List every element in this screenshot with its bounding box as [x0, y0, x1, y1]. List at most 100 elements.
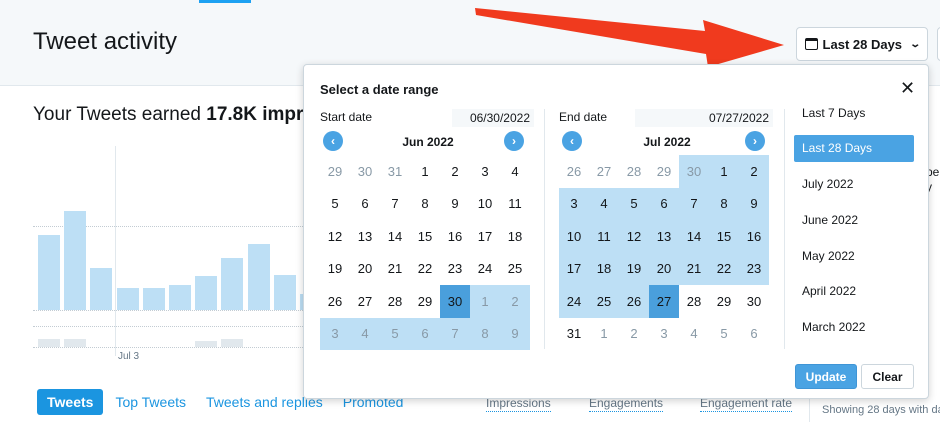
clear-button[interactable]: Clear: [861, 364, 914, 389]
calendar-day[interactable]: 13: [649, 220, 679, 253]
calendar-day[interactable]: 15: [410, 220, 440, 253]
engagement-bar[interactable]: [64, 339, 87, 347]
calendar-day[interactable]: 3: [320, 317, 350, 350]
calendar-day[interactable]: 22: [709, 252, 739, 285]
calendar-day[interactable]: 5: [380, 317, 410, 350]
close-icon[interactable]: ✕: [900, 79, 915, 97]
impressions-bar[interactable]: [90, 268, 113, 310]
engagement-bar[interactable]: [195, 340, 218, 347]
impressions-bar[interactable]: [221, 258, 244, 310]
calendar-day[interactable]: 2: [500, 285, 530, 318]
calendar-day[interactable]: 6: [350, 188, 380, 221]
calendar-day[interactable]: 19: [320, 253, 350, 286]
impressions-bar[interactable]: [195, 276, 218, 310]
impressions-bar[interactable]: [247, 243, 270, 310]
calendar-day[interactable]: 11: [589, 220, 619, 253]
preset-item[interactable]: May 2022: [794, 242, 914, 269]
calendar-day[interactable]: 14: [380, 220, 410, 253]
calendar-day[interactable]: 5: [619, 187, 649, 220]
calendar-day[interactable]: 1: [589, 318, 619, 351]
calendar-day[interactable]: 3: [649, 318, 679, 351]
calendar-day[interactable]: 7: [380, 188, 410, 221]
calendar-day[interactable]: 22: [410, 253, 440, 286]
calendar-day[interactable]: 9: [440, 188, 470, 221]
impressions-bar[interactable]: [116, 287, 139, 310]
impressions-bar[interactable]: [142, 287, 165, 310]
calendar-day[interactable]: 26: [559, 155, 589, 188]
calendar-day[interactable]: 23: [739, 252, 769, 285]
calendar-day[interactable]: 2: [739, 155, 769, 188]
calendar-day[interactable]: 12: [320, 220, 350, 253]
calendar-day[interactable]: 28: [679, 285, 709, 318]
calendar-day[interactable]: 10: [559, 220, 589, 253]
calendar-day[interactable]: 28: [619, 155, 649, 188]
calendar-day[interactable]: 31: [559, 318, 589, 351]
preset-item[interactable]: June 2022: [794, 206, 914, 233]
calendar-day[interactable]: 4: [350, 317, 380, 350]
calendar-day[interactable]: 2: [440, 155, 470, 188]
impressions-bar[interactable]: [38, 234, 60, 310]
calendar-day[interactable]: 20: [649, 252, 679, 285]
date-range-button[interactable]: Last 28 Days ⌄: [796, 27, 928, 61]
calendar-day[interactable]: 8: [709, 187, 739, 220]
calendar-day[interactable]: 18: [589, 252, 619, 285]
impressions-bar[interactable]: [169, 285, 191, 310]
calendar-day[interactable]: 16: [440, 220, 470, 253]
calendar-day[interactable]: 4: [589, 187, 619, 220]
calendar-day[interactable]: 3: [470, 155, 500, 188]
end-date-input[interactable]: 07/27/2022: [635, 109, 773, 127]
calendar-day[interactable]: 16: [739, 220, 769, 253]
calendar-day[interactable]: 5: [709, 318, 739, 351]
calendar-day[interactable]: 27: [649, 285, 679, 318]
tab-top-tweets[interactable]: Top Tweets: [105, 389, 196, 415]
engagement-bar[interactable]: [38, 339, 60, 347]
calendar-day[interactable]: 9: [500, 317, 530, 350]
calendar-day[interactable]: 26: [320, 285, 350, 318]
calendar-day[interactable]: 28: [380, 285, 410, 318]
calendar-day[interactable]: 7: [440, 317, 470, 350]
next-month-icon[interactable]: ›: [745, 131, 765, 151]
calendar-day[interactable]: 24: [470, 253, 500, 286]
preset-item[interactable]: July 2022: [794, 171, 914, 198]
calendar-day[interactable]: 17: [470, 220, 500, 253]
preset-item[interactable]: Last 28 Days: [794, 134, 914, 162]
engagement-bar[interactable]: [221, 339, 244, 347]
calendar-day[interactable]: 5: [320, 188, 350, 221]
calendar-day[interactable]: 29: [649, 155, 679, 188]
calendar-day[interactable]: 1: [410, 155, 440, 188]
calendar-day[interactable]: 29: [410, 285, 440, 318]
calendar-day[interactable]: 2: [619, 318, 649, 351]
impressions-bar[interactable]: [273, 274, 296, 310]
calendar-day[interactable]: 11: [500, 188, 530, 221]
calendar-day[interactable]: 29: [709, 285, 739, 318]
calendar-day[interactable]: 20: [350, 253, 380, 286]
calendar-day[interactable]: 29: [320, 155, 350, 188]
calendar-day[interactable]: 27: [350, 285, 380, 318]
impressions-bar[interactable]: [64, 211, 87, 310]
calendar-day[interactable]: 6: [649, 187, 679, 220]
calendar-day[interactable]: 30: [739, 285, 769, 318]
preset-item[interactable]: March 2022: [794, 314, 914, 341]
calendar-day[interactable]: 8: [410, 188, 440, 221]
calendar-day[interactable]: 21: [380, 253, 410, 286]
calendar-day[interactable]: 4: [500, 155, 530, 188]
next-month-icon[interactable]: ›: [504, 131, 524, 151]
calendar-day[interactable]: 23: [440, 253, 470, 286]
calendar-day[interactable]: 24: [559, 285, 589, 318]
calendar-day[interactable]: 30: [350, 155, 380, 188]
calendar-day[interactable]: 14: [679, 220, 709, 253]
calendar-day[interactable]: 4: [679, 318, 709, 351]
start-date-input[interactable]: 06/30/2022: [452, 109, 534, 127]
calendar-day[interactable]: 18: [500, 220, 530, 253]
calendar-day[interactable]: 12: [619, 220, 649, 253]
calendar-day[interactable]: 26: [619, 285, 649, 318]
calendar-day[interactable]: 13: [350, 220, 380, 253]
calendar-day[interactable]: 30: [679, 155, 709, 188]
preset-item[interactable]: Last 7 Days: [794, 99, 914, 126]
calendar-day[interactable]: 25: [589, 285, 619, 318]
calendar-day[interactable]: 6: [410, 317, 440, 350]
calendar-day[interactable]: 9: [739, 187, 769, 220]
calendar-day[interactable]: 1: [709, 155, 739, 188]
update-button[interactable]: Update: [795, 364, 857, 389]
calendar-day[interactable]: 1: [470, 285, 500, 318]
